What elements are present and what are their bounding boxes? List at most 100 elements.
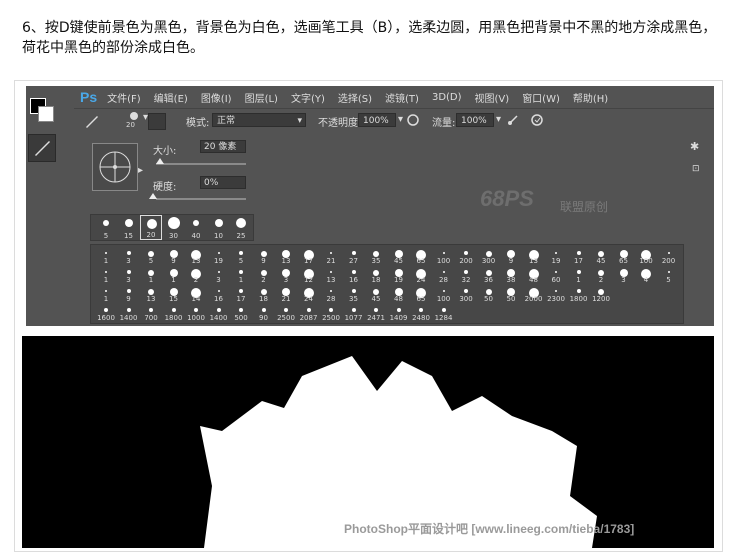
- brush-preset-cell[interactable]: 45: [365, 285, 387, 303]
- brush-preset-cell[interactable]: 35: [365, 247, 387, 265]
- brush-preset-cell[interactable]: 45: [590, 247, 612, 265]
- brush-preset-cell[interactable]: 2: [590, 266, 612, 284]
- brush-preset-cell[interactable]: 3: [118, 266, 140, 284]
- hardness-slider[interactable]: [156, 198, 246, 200]
- brush-preset-cell[interactable]: 1400: [208, 304, 230, 322]
- brush-preset-cell[interactable]: 2300: [545, 285, 567, 303]
- preset-swatch[interactable]: 20: [140, 215, 162, 240]
- brush-preset-cell[interactable]: 5: [658, 266, 680, 284]
- brush-preset-cell[interactable]: 48: [523, 266, 545, 284]
- airbrush-icon[interactable]: [506, 113, 520, 127]
- brush-preset-cell[interactable]: 3: [275, 266, 297, 284]
- brush-preset-cell[interactable]: 2087: [298, 304, 320, 322]
- brush-preset-cell[interactable]: 2500: [275, 304, 297, 322]
- brush-preset-cell[interactable]: 9: [500, 247, 522, 265]
- brush-preset-cell[interactable]: 1077: [343, 304, 365, 322]
- brush-tool-button[interactable]: [28, 134, 56, 162]
- brush-preset-cell[interactable]: 1: [230, 266, 252, 284]
- brush-preset-cell[interactable]: 19: [388, 266, 410, 284]
- preset-swatch[interactable]: 30: [163, 215, 185, 240]
- menu-type[interactable]: 文字(Y): [291, 90, 325, 105]
- preset-swatch[interactable]: 5: [95, 215, 117, 240]
- brush-preset-cell[interactable]: 13: [523, 247, 545, 265]
- brush-preset-cell[interactable]: 200: [455, 247, 477, 265]
- menu-file[interactable]: 文件(F): [107, 90, 141, 105]
- menu-edit[interactable]: 编辑(E): [154, 90, 188, 105]
- brush-preset-cell[interactable]: 500: [230, 304, 252, 322]
- brush-preset-cell[interactable]: 1600: [95, 304, 117, 322]
- brush-preset-cell[interactable]: 65: [410, 285, 432, 303]
- brush-preset-cell[interactable]: 4: [635, 266, 657, 284]
- brush-preset-cell[interactable]: 16: [208, 285, 230, 303]
- brush-preset-cell[interactable]: 1200: [590, 285, 612, 303]
- brush-angle-preview[interactable]: [92, 143, 138, 191]
- brush-preset-cell[interactable]: 100: [433, 285, 455, 303]
- brush-preset-cell[interactable]: 12: [298, 266, 320, 284]
- brush-preset-cell[interactable]: 3: [208, 266, 230, 284]
- brush-preset-cell[interactable]: 1000: [185, 304, 207, 322]
- brush-preset-cell[interactable]: 16: [343, 266, 365, 284]
- size-slider-thumb[interactable]: [156, 158, 164, 164]
- brush-preset-cell[interactable]: 65: [410, 247, 432, 265]
- brush-preset-cell[interactable]: 50: [478, 285, 500, 303]
- brush-preset-cell[interactable]: 15: [163, 285, 185, 303]
- brush-preset-cell[interactable]: 9: [118, 285, 140, 303]
- brush-preset-cell[interactable]: 2: [185, 266, 207, 284]
- menu-view[interactable]: 视图(V): [475, 90, 510, 105]
- color-swatches[interactable]: [28, 90, 54, 122]
- brush-preset-cell[interactable]: 36: [478, 266, 500, 284]
- brush-preset-cell[interactable]: 28: [320, 285, 342, 303]
- brush-preset-cell[interactable]: 1409: [388, 304, 410, 322]
- brush-preset-cell[interactable]: 3: [118, 247, 140, 265]
- brush-preset-cell[interactable]: 1400: [118, 304, 140, 322]
- brush-preset-cell[interactable]: 24: [298, 285, 320, 303]
- brush-preset-cell[interactable]: 17: [298, 247, 320, 265]
- brush-preset-cell[interactable]: 17: [568, 247, 590, 265]
- pressure-opacity-icon[interactable]: [406, 113, 420, 127]
- brush-preset-cell[interactable]: 1800: [568, 285, 590, 303]
- brush-preset-cell[interactable]: 3: [613, 266, 635, 284]
- brush-preset-cell[interactable]: 18: [253, 285, 275, 303]
- menu-window[interactable]: 窗口(W): [522, 90, 560, 105]
- brush-preset-cell[interactable]: 27: [343, 247, 365, 265]
- preset-swatch[interactable]: 10: [208, 215, 230, 240]
- brush-preset-cell[interactable]: 19: [208, 247, 230, 265]
- menu-filter[interactable]: 滤镜(T): [385, 90, 419, 105]
- menu-3d[interactable]: 3D(D): [432, 92, 462, 103]
- hardness-slider-thumb[interactable]: [149, 193, 157, 199]
- brush-preset-cell[interactable]: 48: [388, 285, 410, 303]
- brush-preset-cell[interactable]: 1: [95, 266, 117, 284]
- brush-preset-cell[interactable]: 9: [253, 247, 275, 265]
- brush-preset-cell[interactable]: 35: [343, 285, 365, 303]
- background-color[interactable]: [38, 106, 54, 122]
- menu-image[interactable]: 图像(I): [201, 90, 232, 105]
- brush-preset-cell[interactable]: 100: [433, 247, 455, 265]
- brush-preset-cell[interactable]: 32: [455, 266, 477, 284]
- brush-preset-cell[interactable]: 24: [410, 266, 432, 284]
- menu-help[interactable]: 帮助(H): [573, 90, 608, 105]
- brush-preset-cell[interactable]: 13: [185, 247, 207, 265]
- preset-swatch[interactable]: 15: [118, 215, 140, 240]
- brush-preset-cell[interactable]: 300: [455, 285, 477, 303]
- brush-preset-cell[interactable]: 14: [185, 285, 207, 303]
- brush-preset-cell[interactable]: 13: [275, 247, 297, 265]
- hardness-field[interactable]: 0%: [200, 176, 246, 189]
- brush-preset-cell[interactable]: 700: [140, 304, 162, 322]
- brush-preset-cell[interactable]: 1: [95, 285, 117, 303]
- menu-layer[interactable]: 图层(L): [245, 90, 278, 105]
- brush-preset-icon[interactable]: [84, 113, 100, 129]
- brush-preset-cell[interactable]: 9: [163, 247, 185, 265]
- brush-preset-cell[interactable]: 1: [95, 247, 117, 265]
- preset-swatch[interactable]: 40: [185, 215, 207, 240]
- brush-preset-cell[interactable]: 2480: [410, 304, 432, 322]
- brush-preset-cell[interactable]: 13: [140, 285, 162, 303]
- brush-preset-cell[interactable]: 60: [545, 266, 567, 284]
- brush-preset-cell[interactable]: 200: [658, 247, 680, 265]
- brush-preset-cell[interactable]: 17: [230, 285, 252, 303]
- brush-preset-cell[interactable]: 21: [320, 247, 342, 265]
- brush-preset-cell[interactable]: 38: [500, 266, 522, 284]
- new-preset-icon[interactable]: ⊡: [692, 164, 700, 174]
- brush-preset-cell[interactable]: 5: [230, 247, 252, 265]
- brush-preset-cell[interactable]: 2000: [523, 285, 545, 303]
- brush-panel-toggle-icon[interactable]: [148, 113, 166, 130]
